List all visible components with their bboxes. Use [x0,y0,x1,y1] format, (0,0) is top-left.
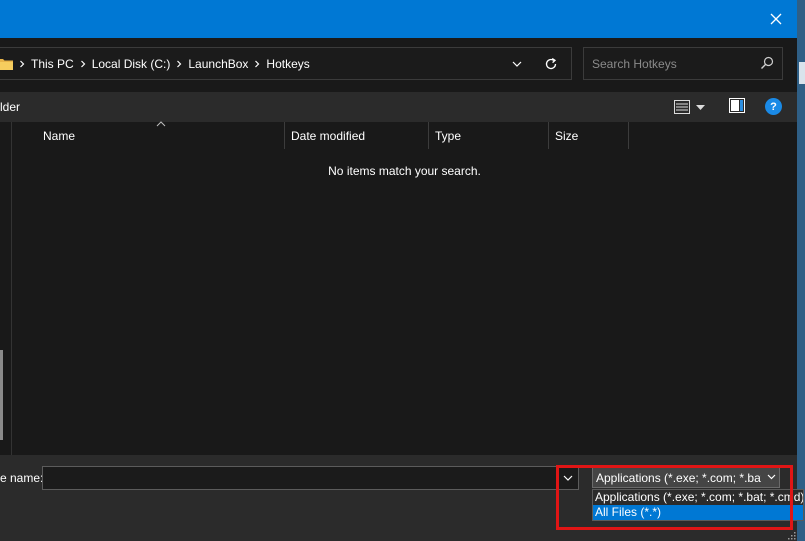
search-icon[interactable] [760,56,774,70]
refresh-button[interactable] [537,48,565,79]
search-box[interactable] [583,47,783,80]
chevron-down-icon [765,471,777,483]
preview-pane-button[interactable] [729,98,747,116]
file-type-option-all-files[interactable]: All Files (*.*) [593,505,803,520]
breadcrumb-launchbox[interactable]: LaunchBox [188,57,248,71]
background-window-edge [797,0,805,541]
chevron-down-icon [512,61,522,67]
breadcrumb-hotkeys[interactable]: Hotkeys [266,57,309,71]
refresh-icon [545,57,557,69]
column-header-date-modified[interactable]: Date modified [285,122,429,149]
chevron-right-icon[interactable] [74,60,92,68]
command-bar: lder ? [0,92,797,122]
preview-pane-icon [729,98,745,113]
column-label: Date modified [291,128,366,143]
close-button[interactable] [755,0,797,38]
file-name-input[interactable] [43,467,555,489]
breadcrumb-this-pc[interactable]: This PC [31,57,74,71]
chevron-right-icon[interactable] [170,60,188,68]
empty-message: No items match your search. [328,164,481,178]
change-view-button[interactable] [674,98,714,116]
navigation-pane [0,122,12,455]
breadcrumb: This PC Local Disk (C:) LaunchBox Hotkey… [0,48,310,79]
column-header-size[interactable]: Size [549,122,629,149]
help-button[interactable]: ? [765,98,782,115]
column-label: Name [43,128,76,143]
file-name-label: e name: [0,471,44,485]
breadcrumb-local-disk[interactable]: Local Disk (C:) [92,57,171,71]
column-header-type[interactable]: Type [429,122,549,149]
file-type-option-applications[interactable]: Applications (*.exe; *.com; *.bat; *.cmd… [593,490,803,505]
chevron-right-icon[interactable] [248,60,266,68]
column-headers: Name Date modified Type Size [12,121,797,149]
chevron-right-icon[interactable] [13,60,31,68]
file-list: Name Date modified Type Size No items ma… [12,121,797,455]
chevron-down-icon [696,104,705,110]
column-label: Type [435,128,462,143]
file-type-dropdown-list: Applications (*.exe; *.com; *.bat; *.cmd… [592,489,804,521]
folder-icon [0,59,13,70]
resize-grip-icon[interactable] [787,532,796,540]
address-area: This PC Local Disk (C:) LaunchBox Hotkey… [0,38,797,92]
new-folder-button[interactable]: lder [0,100,20,114]
address-history-dropdown[interactable] [505,48,529,79]
title-bar [0,0,797,38]
navigation-scrollbar[interactable] [0,350,3,440]
file-name-combobox[interactable] [42,466,579,490]
close-icon [770,13,782,25]
chevron-down-icon [563,475,572,481]
view-menu-icon [674,100,690,114]
file-type-selected-value: Applications (*.exe; *.com; *.bat; *.cmd… [596,471,761,485]
file-type-select[interactable]: Applications (*.exe; *.com; *.bat; *.cmd… [592,467,780,488]
column-header-name[interactable]: Name [37,122,285,149]
address-bar[interactable]: This PC Local Disk (C:) LaunchBox Hotkey… [0,47,572,80]
file-name-dropdown-button[interactable] [556,467,578,489]
search-input[interactable] [584,48,754,79]
column-label: Size [555,128,579,143]
